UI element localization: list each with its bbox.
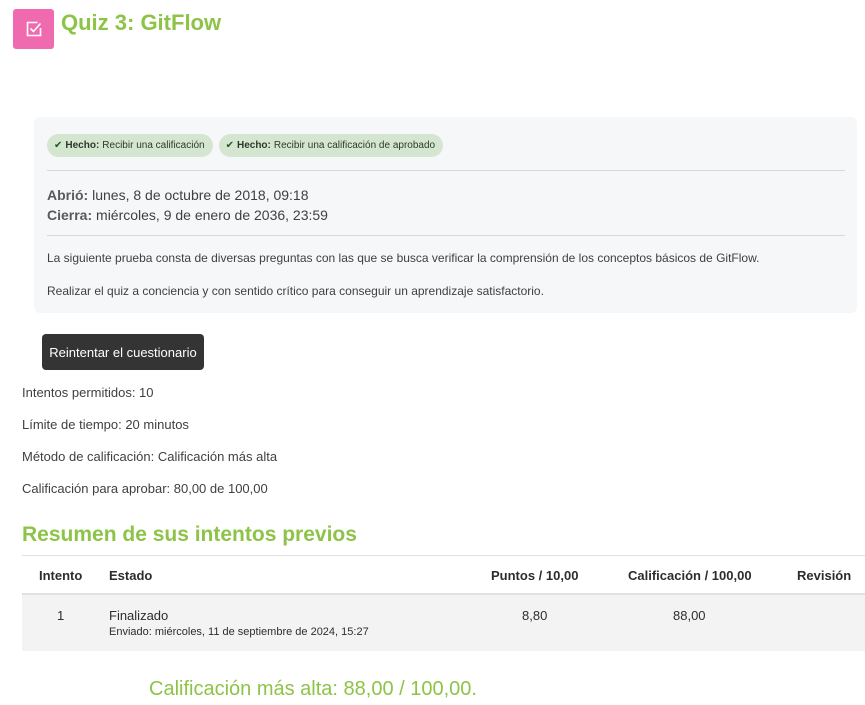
col-review: Revisión (797, 568, 852, 583)
attempt-number: 1 (57, 608, 65, 623)
completion-badge-pass: ✔ Hecho: Recibir una calificación de apr… (218, 134, 444, 157)
badge-label: Hecho: (65, 140, 100, 151)
quiz-info-box: ✔ Hecho: Recibir una calificación ✔ Hech… (34, 117, 857, 313)
attempt-points: 8,80 (522, 608, 548, 623)
best-grade: Calificación más alta: 88,00 / 100,00. (149, 678, 477, 700)
attempt-grade: 88,00 (673, 608, 706, 623)
col-attempt: Intento (39, 568, 83, 583)
passing-grade: Calificación para aprobar: 80,00 de 100,… (22, 481, 268, 496)
closes-label: Cierra: (47, 207, 93, 223)
quiz-checkbox-icon (13, 9, 54, 49)
table-row: 1 Finalizado Enviado: miércoles, 11 de s… (22, 595, 865, 651)
col-state: Estado (109, 568, 153, 583)
col-grade: Calificación / 100,00 (628, 568, 752, 583)
attempts-allowed: Intentos permitidos: 10 (22, 385, 154, 400)
divider (47, 170, 845, 171)
closes-value: miércoles, 9 de enero de 2036, 23:59 (96, 207, 328, 223)
closes-date: Cierra: miércoles, 9 de enero de 2036, 2… (47, 205, 328, 225)
table-header: Intento Estado Puntos / 10,00 Calificaci… (22, 555, 865, 595)
opened-date: Abrió: lunes, 8 de octubre de 2018, 09:1… (47, 185, 328, 205)
attempt-submitted: Enviado: miércoles, 11 de septiembre de … (109, 626, 369, 638)
completion-badges: ✔ Hecho: Recibir una calificación ✔ Hech… (47, 134, 444, 157)
retry-quiz-button[interactable]: Reintentar el cuestionario (42, 334, 204, 370)
check-icon: ✔ (225, 140, 234, 151)
badge-text: Recibir una calificación de aprobado (273, 140, 436, 151)
col-points: Puntos / 10,00 (491, 568, 579, 583)
check-icon: ✔ (54, 140, 63, 151)
grading-method: Método de calificación: Calificación más… (22, 449, 278, 464)
page-title: Quiz 3: GitFlow (61, 10, 222, 35)
quiz-instructions: Realizar el quiz a conciencia y con sent… (47, 284, 544, 298)
checkbox-check-icon (26, 21, 41, 37)
badge-text: Recibir una calificación (102, 140, 205, 151)
page-header: Quiz 3: GitFlow (13, 9, 221, 49)
quiz-description: La siguiente prueba consta de diversas p… (47, 251, 760, 265)
completion-badge-grade: ✔ Hecho: Recibir una calificación (47, 134, 213, 157)
attempt-state: Finalizado (109, 608, 169, 623)
opened-value: lunes, 8 de octubre de 2018, 09:18 (92, 187, 309, 203)
quiz-dates: Abrió: lunes, 8 de octubre de 2018, 09:1… (47, 185, 328, 225)
attempts-table: Intento Estado Puntos / 10,00 Calificaci… (22, 555, 865, 651)
attempts-summary-title: Resumen de sus intentos previos (22, 523, 357, 546)
divider (47, 235, 845, 236)
opened-label: Abrió: (47, 187, 89, 203)
badge-label: Hecho: (236, 140, 271, 151)
time-limit: Límite de tiempo: 20 minutos (22, 417, 189, 432)
